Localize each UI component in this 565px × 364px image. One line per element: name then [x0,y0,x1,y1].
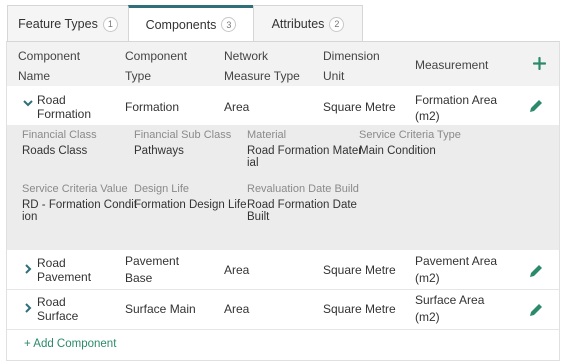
measure-line: (m2) [415,271,440,285]
dimension-unit: Square Metre [323,263,396,277]
type-line: Base [125,271,153,285]
count-badge: 1 [102,16,118,32]
pencil-icon[interactable] [528,263,544,279]
measure-line: Surface Area [415,293,485,307]
count-badge: 2 [329,16,345,32]
column-header-dimension-unit[interactable]: Dimension Unit [323,48,380,85]
header-line: Network [224,49,269,63]
financial-sub-class-value: Pathways [134,145,184,157]
count-badge: 3 [221,17,237,32]
design-life-label: Design Life [134,183,190,195]
chevron-right-icon[interactable] [22,263,34,275]
name-line: Road [37,256,66,270]
pencil-icon[interactable] [528,98,544,114]
component-details: Financial Class Roads Class Financial Su… [7,125,559,250]
value-line: ial [247,157,259,169]
name-line: Road [37,295,66,309]
name-line: Road [37,93,66,107]
dimension-unit: Square Metre [323,100,396,114]
service-criteria-value-label: Service Criteria Value [22,183,128,195]
value-line: RD - Formation Condit [22,199,138,211]
column-header-component-name[interactable]: Component Name [18,48,80,85]
tab-feature-types[interactable]: Feature Types 1 [7,5,129,42]
financial-sub-class-label: Financial Sub Class [134,129,232,141]
network-measure-type: Area [224,263,250,277]
measure-line: Pavement Area [415,254,498,268]
header-line: Measure Type [224,69,300,83]
header-line: Type [125,69,152,83]
table-row[interactable]: Road Pavement Pavement Base Area Square … [7,250,559,290]
add-component-link[interactable]: + Add Component [24,338,116,350]
tab-label: Components [145,17,217,32]
value-line: Built [247,211,270,223]
tab-label: Attributes [271,17,325,31]
chevron-down-icon[interactable] [22,97,34,109]
revaluation-date-value: Road Formation Date Built [247,199,357,223]
material-value: Road Formation Mater ial [247,145,362,169]
network-measure-type: Area [224,100,250,114]
component-type: Surface Main [125,302,196,316]
components-panel: Component Name Component Type Network Me… [6,41,560,361]
measurement: Formation Area (m2) [415,92,497,124]
value-line: ion [22,211,38,223]
table-row[interactable]: Road Formation Formation Area Square Met… [7,86,559,126]
tab-bar: Feature Types 1 Components 3 Attributes … [7,5,363,42]
table-row[interactable]: Road Surface Surface Main Area Square Me… [7,290,559,330]
table-header: Component Name Component Type Network Me… [7,42,559,86]
network-measure-type: Area [224,302,250,316]
name-line: Pavement [37,270,92,284]
measure-line: Formation Area [415,93,498,107]
material-label: Material [247,129,287,141]
component-type: Pavement Base [125,253,179,287]
component-name: Road Pavement [37,256,91,284]
measurement: Surface Area (m2) [415,292,484,326]
dimension-unit: Square Metre [323,302,396,316]
component-name: Road Surface [37,295,78,323]
chevron-right-icon[interactable] [22,302,34,314]
financial-class-value: Roads Class [22,145,88,157]
header-line: Name [18,69,51,83]
header-line: Unit [323,69,345,83]
column-header-measurement[interactable]: Measurement [415,57,488,74]
column-header-component-type[interactable]: Component Type [125,48,187,85]
header-line: Component [125,49,188,63]
name-line: Surface [37,309,79,323]
measure-line: (m2) [415,109,440,123]
component-name: Road Formation [37,93,91,121]
tab-components[interactable]: Components 3 [128,5,254,42]
column-header-network-measure-type[interactable]: Network Measure Type [224,48,300,85]
revaluation-date-label: Revaluation Date Build [247,183,359,195]
value-line: Road Formation Mater [247,145,363,157]
financial-class-label: Financial Class [22,129,97,141]
design-life-value: Formation Design Life [134,199,247,211]
service-criteria-type-label: Service Criteria Type [359,129,461,141]
header-line: Dimension [323,49,380,63]
measure-line: (m2) [415,310,440,324]
header-line: Component [18,49,81,63]
value-line: Road Formation Date [247,199,357,211]
service-criteria-value: RD - Formation Condit ion [22,199,137,223]
measurement: Pavement Area (m2) [415,253,497,287]
add-component-icon[interactable] [529,53,549,73]
tab-label: Feature Types [18,17,98,31]
tab-attributes[interactable]: Attributes 2 [253,5,363,42]
type-line: Pavement [125,254,180,268]
component-type: Formation [125,100,180,114]
name-line: Formation [37,107,92,121]
service-criteria-type-value: Main Condition [359,145,436,157]
pencil-icon[interactable] [528,302,544,318]
